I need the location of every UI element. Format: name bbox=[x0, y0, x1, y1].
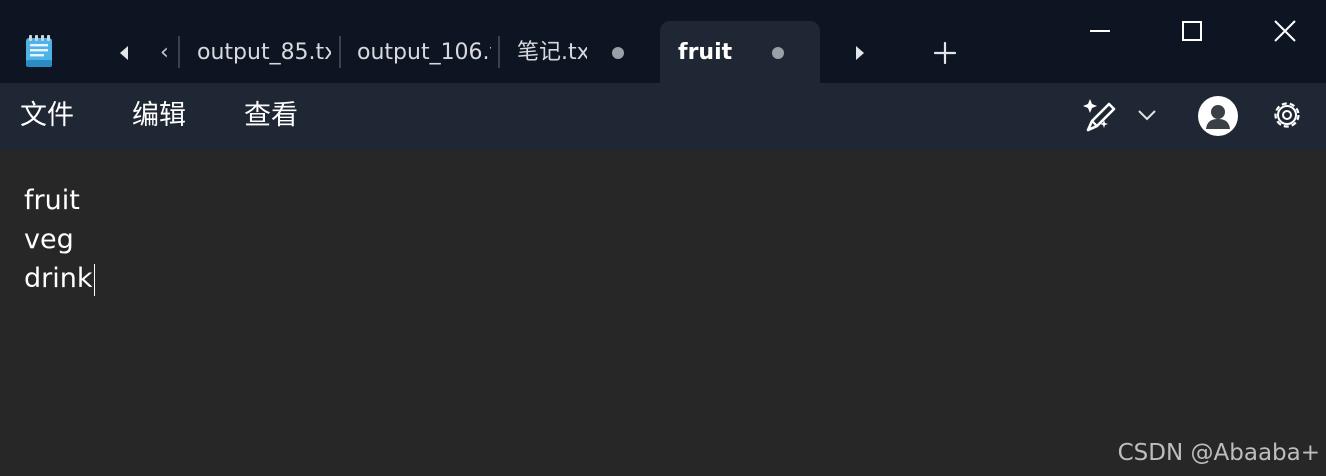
unsaved-dot-icon[interactable] bbox=[772, 47, 784, 59]
notepad-icon bbox=[26, 35, 52, 67]
tab-output-85[interactable]: output_85.txt bbox=[182, 21, 332, 83]
editor-line-with-caret: drink bbox=[24, 260, 95, 298]
text-editor[interactable]: fruit veg drink CSDN @Abaaba+ bbox=[0, 150, 1326, 476]
user-avatar-icon[interactable] bbox=[1198, 96, 1238, 136]
tab-fruit[interactable]: fruit bbox=[660, 21, 820, 83]
editor-line-text: drink bbox=[24, 263, 93, 294]
unsaved-dot-icon[interactable] bbox=[612, 47, 624, 59]
tab-separator bbox=[178, 36, 180, 68]
scroll-tabs-left-button[interactable] bbox=[112, 42, 136, 64]
caret-left-icon bbox=[120, 46, 128, 60]
new-tab-plus-icon[interactable] bbox=[930, 38, 960, 68]
tab-label: fruit bbox=[678, 40, 733, 65]
maximize-icon bbox=[1182, 21, 1202, 41]
maximize-button[interactable] bbox=[1170, 12, 1214, 50]
tab-separator bbox=[339, 36, 341, 68]
watermark-text: CSDN @Abaaba+ bbox=[1117, 440, 1320, 466]
clipped-tab-fragment[interactable]: ‹ bbox=[160, 40, 169, 66]
scroll-tabs-right-button[interactable] bbox=[848, 42, 872, 64]
copilot-pen-icon[interactable] bbox=[1080, 96, 1120, 134]
close-icon bbox=[1274, 20, 1296, 42]
menu-file[interactable]: 文件 bbox=[20, 99, 74, 133]
minimize-icon bbox=[1090, 30, 1110, 32]
tab-notes[interactable]: 笔记.txt bbox=[502, 21, 652, 83]
editor-line: fruit bbox=[24, 185, 80, 216]
gear-icon[interactable] bbox=[1270, 98, 1304, 132]
tab-separator bbox=[498, 36, 500, 68]
text-caret bbox=[93, 263, 95, 296]
user-silhouette-icon bbox=[1206, 105, 1230, 129]
tab-label: output_106.txt bbox=[357, 40, 491, 65]
menu-view[interactable]: 查看 bbox=[244, 99, 298, 133]
menu-edit[interactable]: 编辑 bbox=[132, 99, 186, 133]
minimize-button[interactable] bbox=[1078, 12, 1122, 50]
tab-label: 笔记.txt bbox=[517, 40, 587, 65]
close-button[interactable] bbox=[1263, 12, 1307, 50]
notepad-window: ‹ output_85.txt output_106.txt 笔记.txt fr… bbox=[0, 0, 1326, 476]
caret-right-icon bbox=[856, 46, 864, 60]
tab-label: output_85.txt bbox=[197, 40, 331, 65]
editor-line: veg bbox=[24, 224, 74, 255]
chevron-down-icon[interactable] bbox=[1136, 107, 1158, 123]
title-bar: ‹ output_85.txt output_106.txt 笔记.txt fr… bbox=[0, 0, 1326, 83]
menu-bar: 文件 编辑 查看 bbox=[0, 83, 1326, 150]
tab-output-106[interactable]: output_106.txt bbox=[342, 21, 494, 83]
